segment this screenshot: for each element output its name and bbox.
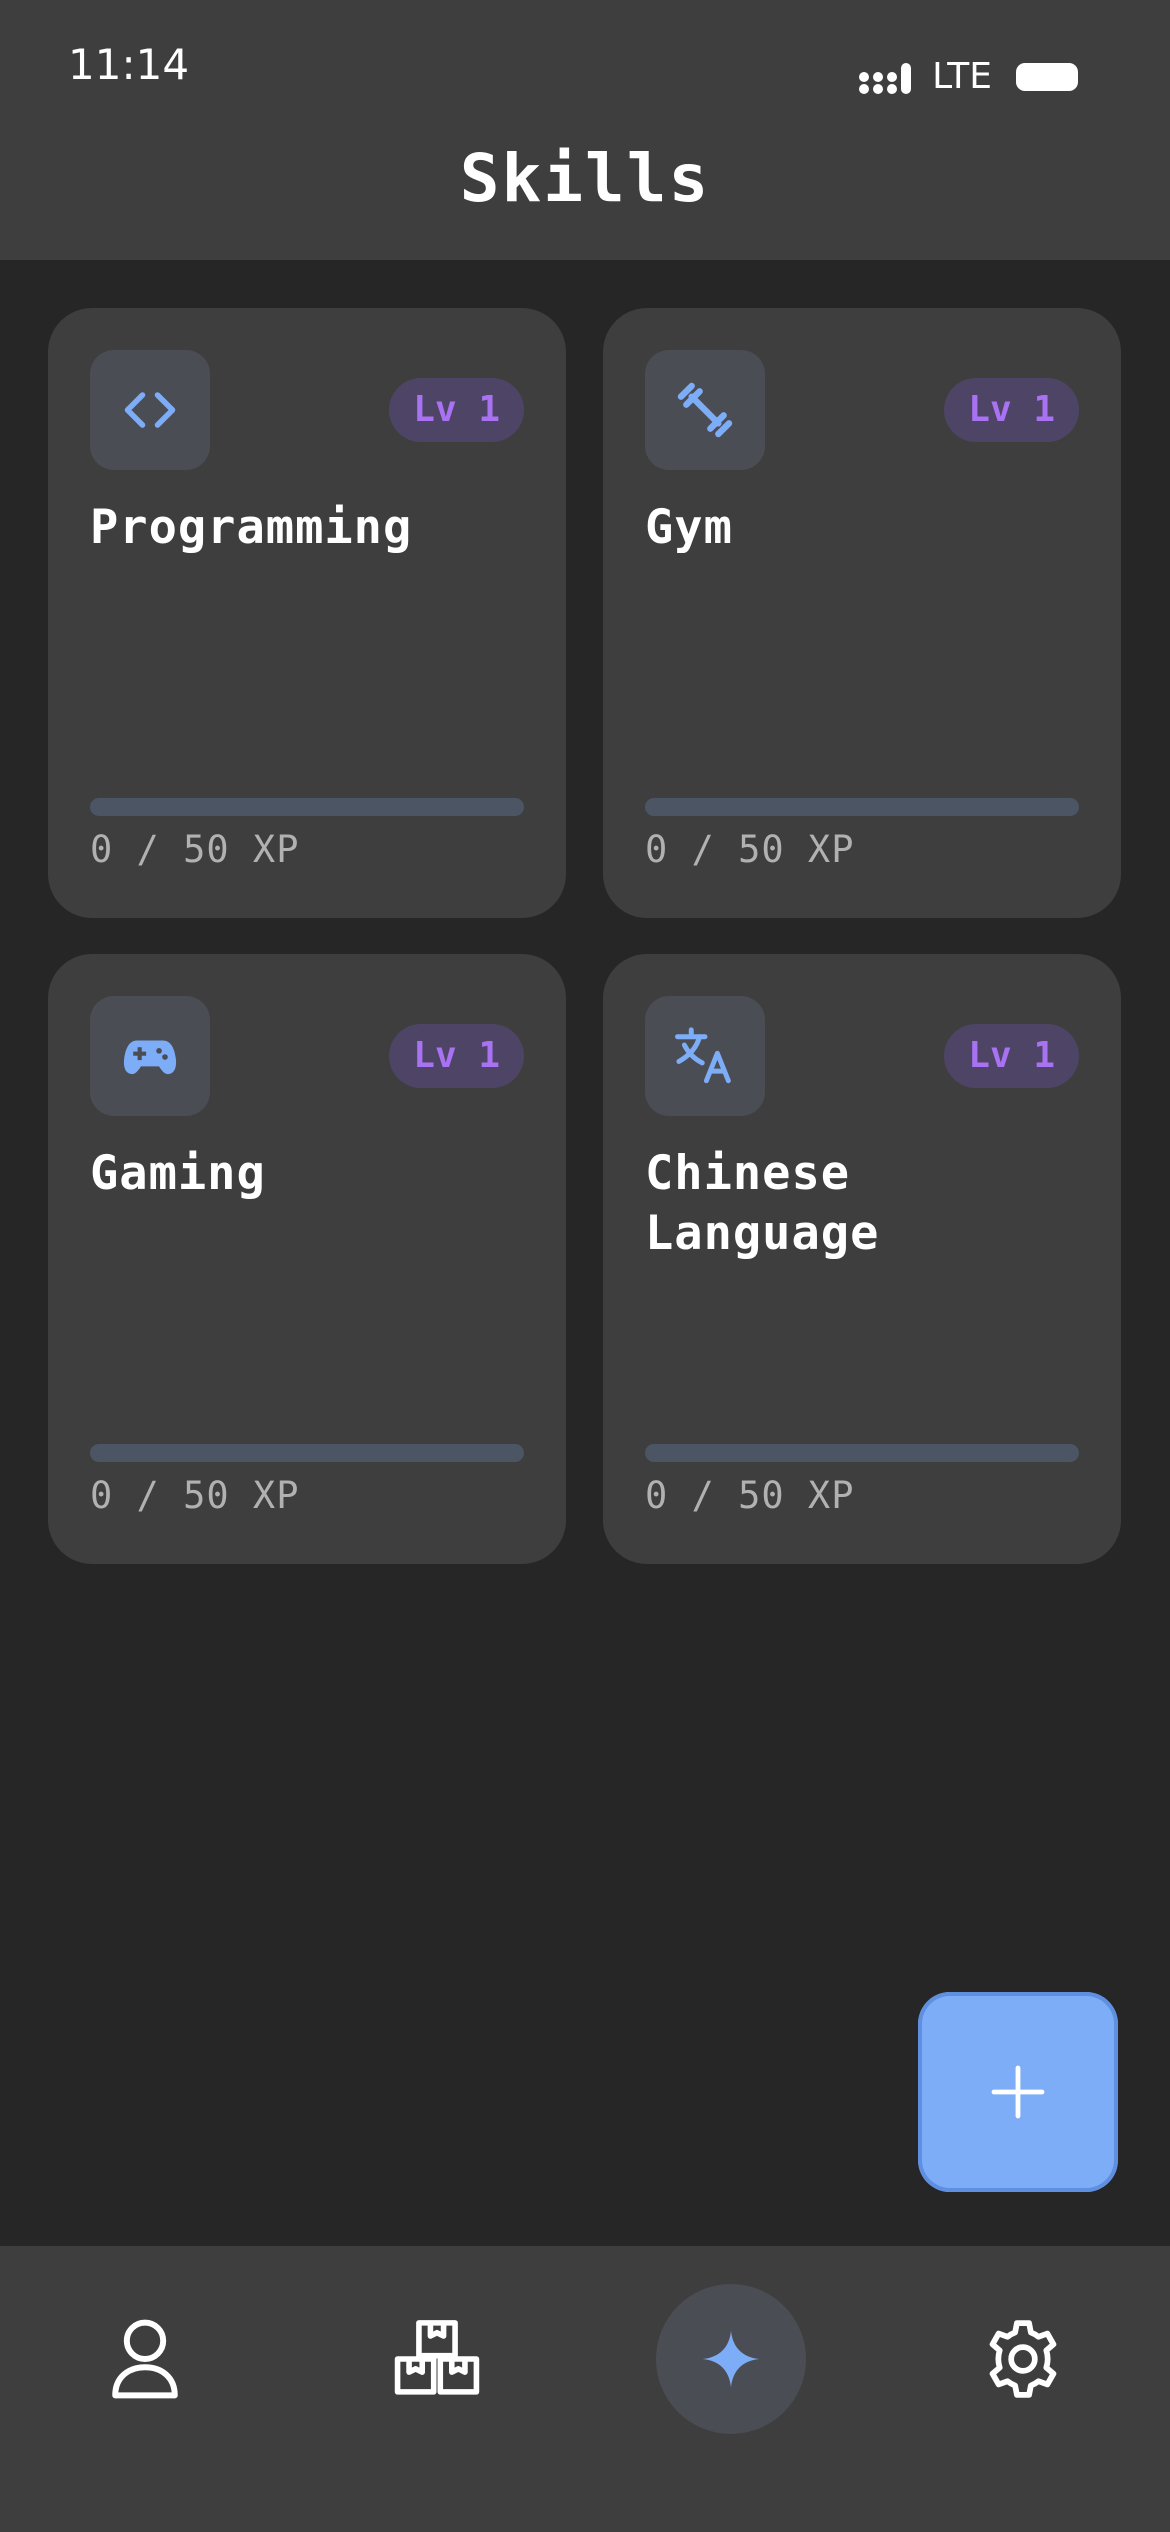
xp-text: 0 / 50 XP (645, 828, 855, 871)
level-badge: Lv 1 (389, 378, 524, 442)
page-title: Skills (459, 140, 711, 217)
add-skill-button[interactable] (918, 1992, 1118, 2192)
gear-icon (989, 2320, 1057, 2398)
nav-skills[interactable] (656, 2284, 806, 2434)
status-time: 11:14 (68, 40, 190, 89)
skill-card-chinese-language[interactable]: Lv 1 Chinese Language 0 / 50 XP (603, 954, 1121, 1564)
battery-icon (1016, 62, 1078, 91)
level-badge: Lv 1 (944, 378, 1079, 442)
skill-name: Chinese Language (645, 1146, 880, 1261)
bottom-nav (0, 2246, 1170, 2532)
xp-progress-bar (90, 798, 524, 816)
boxes-icon (394, 2320, 480, 2395)
gamepad-icon (90, 996, 210, 1116)
plus-icon (991, 2065, 1045, 2119)
skill-name: Gym (645, 500, 733, 555)
xp-progress-bar (645, 1444, 1079, 1462)
skill-name: Gaming (90, 1146, 266, 1201)
sparkle-icon (702, 2330, 760, 2388)
level-badge: Lv 1 (944, 1024, 1079, 1088)
nav-profile[interactable] (70, 2284, 220, 2434)
xp-text: 0 / 50 XP (645, 1474, 855, 1517)
skill-name: Programming (90, 500, 413, 555)
network-label: LTE (932, 56, 992, 97)
profile-icon (112, 2319, 178, 2399)
nav-settings[interactable] (948, 2284, 1098, 2434)
xp-text: 0 / 50 XP (90, 1474, 300, 1517)
skill-card-programming[interactable]: Lv 1 Programming 0 / 50 XP (48, 308, 566, 918)
nav-inventory[interactable] (362, 2284, 512, 2434)
header: 11:14 LTE Skills (0, 0, 1170, 260)
dumbbell-icon (645, 350, 765, 470)
code-icon (90, 350, 210, 470)
skill-card-gym[interactable]: Lv 1 Gym 0 / 50 XP (603, 308, 1121, 918)
level-badge: Lv 1 (389, 1024, 524, 1088)
xp-text: 0 / 50 XP (90, 828, 300, 871)
xp-progress-bar (645, 798, 1079, 816)
xp-progress-bar (90, 1444, 524, 1462)
skill-card-gaming[interactable]: Lv 1 Gaming 0 / 50 XP (48, 954, 566, 1564)
signal-icon (858, 57, 918, 97)
translate-icon (645, 996, 765, 1116)
status-indicators: LTE (858, 56, 1078, 97)
